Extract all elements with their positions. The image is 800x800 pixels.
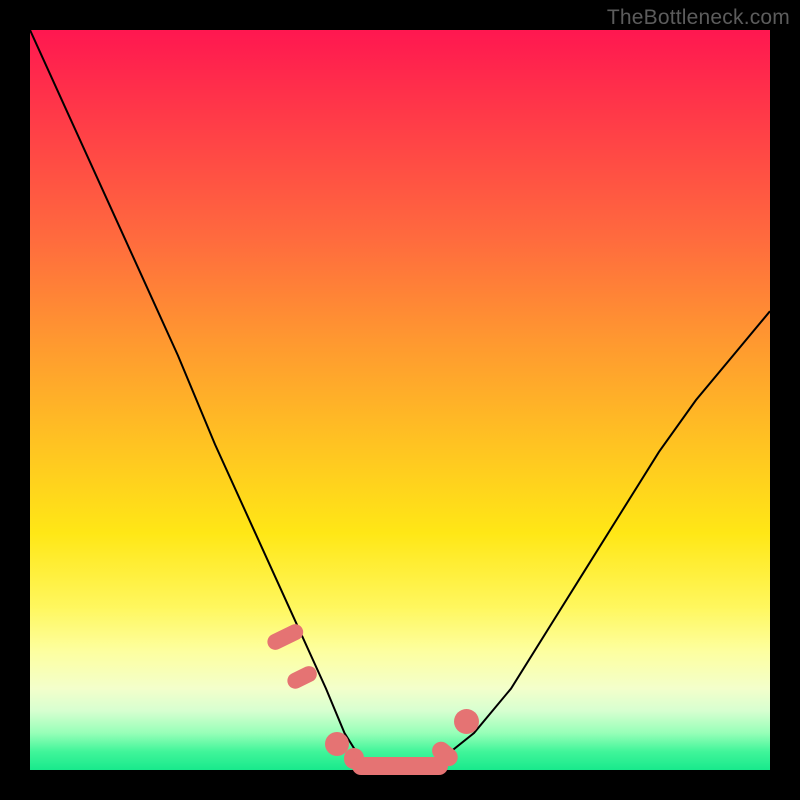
- plot-area: [30, 30, 770, 770]
- marker-capsule: [285, 663, 320, 691]
- curve-markers: [30, 30, 770, 770]
- chart-frame: TheBottleneck.com: [0, 0, 800, 800]
- watermark-text: TheBottleneck.com: [607, 6, 790, 30]
- marker-dot: [454, 709, 479, 734]
- marker-capsule: [264, 621, 306, 652]
- marker-capsule: [352, 757, 448, 775]
